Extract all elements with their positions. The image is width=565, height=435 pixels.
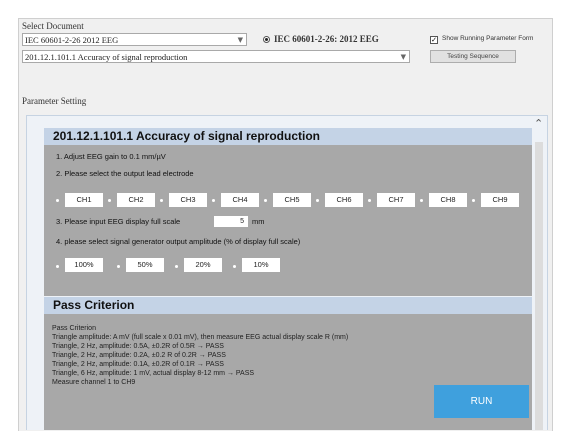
channel-option[interactable]: CH4 — [221, 193, 259, 207]
select-document-label: Select Document — [22, 21, 84, 31]
show-form-checkbox[interactable]: ✓ — [430, 36, 438, 44]
radio-dot — [160, 199, 163, 202]
step-4-text: 4. please select signal generator output… — [56, 237, 301, 246]
parameter-setting-label: Parameter Setting — [22, 96, 87, 106]
criterion-line: Measure channel 1 to CH9 — [52, 379, 136, 386]
radio-dot — [117, 265, 120, 268]
radio-dot — [316, 199, 319, 202]
radio-dot — [56, 199, 59, 202]
full-scale-unit: mm — [252, 217, 265, 226]
clause-value: 201.12.1.101.1 Accuracy of signal reprod… — [25, 52, 188, 62]
show-form-label: Show Running Parameter Form — [442, 35, 534, 42]
channel-option[interactable]: CH1 — [65, 193, 103, 207]
scrollbar-thumb[interactable] — [535, 142, 543, 430]
radio-dot — [264, 199, 267, 202]
radio-dot — [56, 265, 59, 268]
radio-dot — [233, 265, 236, 268]
radio-dot — [368, 199, 371, 202]
criterion-line: Triangle, 6 Hz, amplitude: 1 mV, actual … — [52, 370, 255, 377]
run-button[interactable]: RUN — [434, 385, 529, 418]
criterion-line: Pass Criterion — [52, 325, 96, 332]
amplitude-option[interactable]: 20% — [184, 258, 222, 272]
standard-radio[interactable] — [263, 36, 270, 43]
pass-criterion-title: Pass Criterion — [44, 297, 532, 314]
radio-dot — [472, 199, 475, 202]
channel-option[interactable]: CH7 — [377, 193, 415, 207]
procedure-section: 201.12.1.101.1 Accuracy of signal reprod… — [44, 128, 532, 296]
chevron-down-icon: ▼ — [400, 53, 406, 61]
step-1-text: 1. Adjust EEG gain to 0.1 mm/µV — [56, 152, 166, 161]
chevron-down-icon: ▼ — [237, 36, 243, 44]
standard-value: IEC 60601-2-26 2012 EEG — [25, 35, 119, 45]
procedure-title: 201.12.1.101.1 Accuracy of signal reprod… — [44, 128, 532, 145]
criterion-line: Triangle amplitude: A mV (full scale x 0… — [52, 334, 349, 341]
channel-option[interactable]: CH3 — [169, 193, 207, 207]
clause-dropdown[interactable]: 201.12.1.101.1 Accuracy of signal reprod… — [22, 50, 410, 63]
step-2-text: 2. Please select the output lead electro… — [56, 169, 194, 178]
radio-dot — [212, 199, 215, 202]
radio-dot — [175, 265, 178, 268]
amplitude-option[interactable]: 50% — [126, 258, 164, 272]
pass-criterion-section: Pass Criterion Pass Criterion Triangle a… — [44, 297, 532, 430]
channel-option[interactable]: CH2 — [117, 193, 155, 207]
full-scale-input[interactable]: 5 — [214, 216, 248, 227]
channel-option[interactable]: CH6 — [325, 193, 363, 207]
radio-dot — [420, 199, 423, 202]
criterion-line: Triangle, 2 Hz, amplitude: 0.1A, ±0.2R o… — [52, 361, 224, 368]
amplitude-option[interactable]: 100% — [65, 258, 103, 272]
standard-dropdown[interactable]: IEC 60601-2-26 2012 EEG ▼ — [22, 33, 247, 46]
criterion-line: Triangle, 2 Hz, amplitude: 0.2A, ±0.2 R … — [52, 352, 226, 359]
criterion-line: Triangle, 2 Hz, amplitude: 0.5A, ±0.2R o… — [52, 343, 224, 350]
chevron-up-icon[interactable]: ⌃ — [534, 117, 543, 130]
channel-option[interactable]: CH5 — [273, 193, 311, 207]
step-3-text: 3. Please input EEG display full scale — [56, 217, 181, 226]
amplitude-option[interactable]: 10% — [242, 258, 280, 272]
radio-dot — [108, 199, 111, 202]
standard-radio-label: IEC 60601-2-26: 2012 EEG — [274, 34, 379, 44]
vertical-scrollbar[interactable]: ⌃ — [532, 117, 546, 430]
channel-option[interactable]: CH8 — [429, 193, 467, 207]
testing-sequence-button[interactable]: Testing Sequence — [430, 50, 516, 63]
channel-option[interactable]: CH9 — [481, 193, 519, 207]
